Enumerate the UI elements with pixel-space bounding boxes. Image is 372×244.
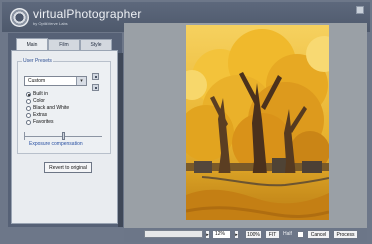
chevron-down-icon[interactable]: ▾ xyxy=(76,77,86,85)
app-title: virtualPhotographer xyxy=(33,7,142,21)
zoom-100-button[interactable]: 100% xyxy=(245,230,262,239)
zoom-input[interactable]: 12% xyxy=(212,230,231,239)
process-button[interactable]: Process xyxy=(333,230,358,239)
radio-label-color: Color xyxy=(33,98,45,104)
radio-extras[interactable] xyxy=(26,113,31,118)
preview-image xyxy=(186,25,329,220)
add-preset-button[interactable] xyxy=(92,73,99,80)
half-label: Half xyxy=(283,231,292,237)
radio-label-extras: Extras xyxy=(33,112,48,118)
progress-bar xyxy=(144,230,203,238)
radio-label-built-in: Built in xyxy=(33,91,49,97)
remove-preset-button[interactable] xyxy=(92,84,99,91)
zoom-out-button[interactable]: ▸ xyxy=(205,230,210,239)
radio-label-favorites: Favorites xyxy=(33,119,54,125)
radio-black-and-white[interactable] xyxy=(26,106,31,111)
zoom-in-button[interactable]: ▸ xyxy=(234,230,239,239)
logo-icon xyxy=(10,8,29,27)
panel-shadow xyxy=(118,53,123,227)
preset-selected-value: Custom xyxy=(28,78,46,84)
fit-button[interactable]: FIT xyxy=(265,230,280,239)
exposure-slider-thumb[interactable] xyxy=(62,132,65,140)
radio-color[interactable] xyxy=(26,99,31,104)
autumn-tree-image xyxy=(186,25,329,220)
exposure-label: Exposure compensation xyxy=(29,141,83,147)
header-button[interactable] xyxy=(356,6,364,14)
radio-built-in[interactable] xyxy=(26,92,31,97)
user-presets-label: User Presets xyxy=(22,58,53,64)
app-subtitle: by OptikVerve Labs xyxy=(33,21,68,26)
half-checkbox[interactable] xyxy=(297,231,304,238)
radio-label-black-and-white: Black and White xyxy=(33,105,70,111)
revert-to-original-button[interactable]: Revert to original xyxy=(44,162,92,173)
radio-favorites[interactable] xyxy=(26,120,31,125)
preset-dropdown[interactable]: Custom ▾ xyxy=(24,76,87,86)
cancel-button[interactable]: Cancel xyxy=(307,230,330,239)
